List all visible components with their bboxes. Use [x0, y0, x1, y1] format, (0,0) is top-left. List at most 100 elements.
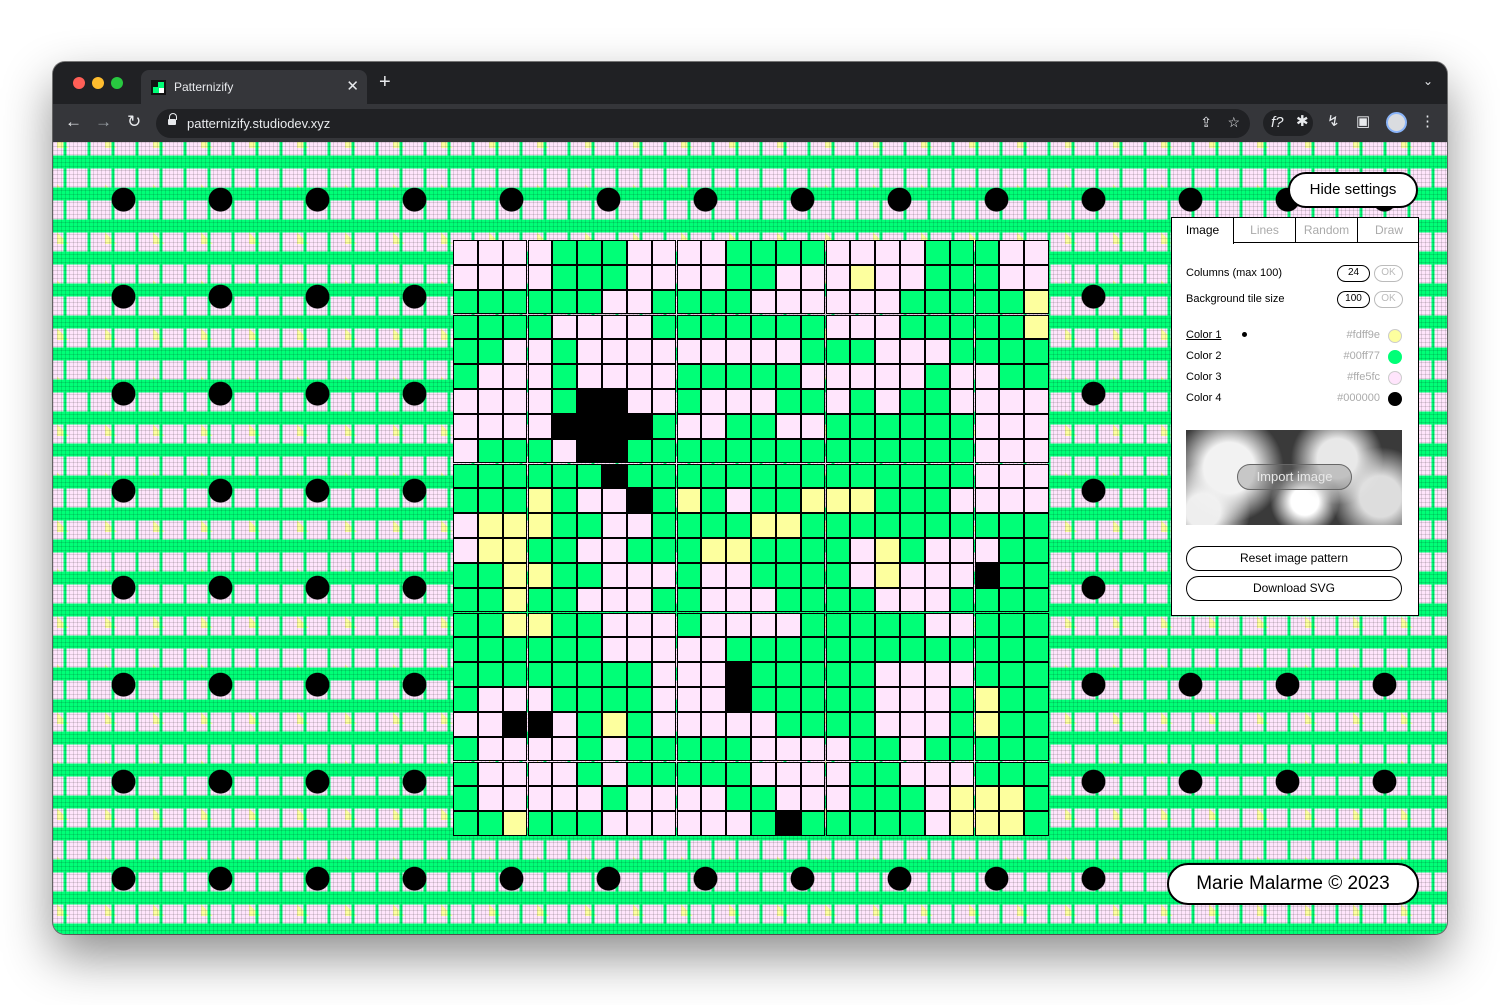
- grid-cell[interactable]: [527, 339, 553, 365]
- grid-cell[interactable]: [949, 786, 975, 812]
- grid-cell[interactable]: [800, 687, 826, 712]
- grid-cell[interactable]: [552, 736, 578, 762]
- grid-cell[interactable]: [552, 687, 578, 712]
- grid-cell[interactable]: [949, 562, 975, 588]
- grid-cell[interactable]: [775, 264, 801, 290]
- grid-cell[interactable]: [924, 786, 950, 812]
- grid-cell[interactable]: [800, 389, 826, 414]
- grid-cell[interactable]: [999, 711, 1025, 737]
- grid-cell[interactable]: [949, 761, 975, 787]
- grid-cell[interactable]: [751, 637, 776, 663]
- grid-cell[interactable]: [1024, 463, 1049, 489]
- grid-cell[interactable]: [626, 314, 652, 340]
- grid-cell[interactable]: [701, 364, 727, 389]
- grid-cell[interactable]: [626, 811, 652, 836]
- grid-cell[interactable]: [577, 662, 602, 687]
- grid-cell[interactable]: [701, 264, 727, 290]
- grid-cell[interactable]: [477, 339, 503, 365]
- grid-cell[interactable]: [800, 711, 826, 737]
- grid-cell[interactable]: [726, 438, 751, 464]
- grid-cell[interactable]: [974, 389, 1000, 414]
- grid-cell[interactable]: [850, 736, 876, 762]
- grid-cell[interactable]: [924, 488, 950, 514]
- grid-cell[interactable]: [924, 438, 950, 464]
- color-row-4[interactable]: Color 4 #000000: [1186, 391, 1402, 407]
- grid-cell[interactable]: [850, 538, 876, 563]
- grid-cell[interactable]: [999, 786, 1025, 812]
- grid-cell[interactable]: [676, 687, 702, 712]
- grid-cell[interactable]: [825, 513, 851, 538]
- grid-cell[interactable]: [726, 339, 751, 365]
- grid-cell[interactable]: [676, 587, 702, 613]
- grid-cell[interactable]: [775, 662, 801, 687]
- grid-cell[interactable]: [552, 438, 578, 464]
- grid-cell[interactable]: [800, 736, 826, 762]
- grid-cell[interactable]: [999, 264, 1025, 290]
- grid-cell[interactable]: [527, 240, 553, 265]
- grid-cell[interactable]: [701, 240, 727, 265]
- grid-cell[interactable]: [527, 389, 553, 414]
- grid-cell[interactable]: [552, 240, 578, 265]
- grid-cell[interactable]: [999, 314, 1025, 340]
- grid-cell[interactable]: [726, 538, 751, 563]
- grid-cell[interactable]: [1024, 687, 1049, 712]
- grid-cell[interactable]: [900, 314, 925, 340]
- grid-cell[interactable]: [602, 463, 627, 489]
- tab-random[interactable]: Random: [1296, 218, 1358, 243]
- grid-cell[interactable]: [477, 562, 503, 588]
- grid-cell[interactable]: [602, 538, 627, 563]
- grid-cell[interactable]: [626, 413, 652, 439]
- grid-cell[interactable]: [850, 389, 876, 414]
- grid-cell[interactable]: [850, 314, 876, 340]
- grid-cell[interactable]: [800, 786, 826, 812]
- grid-cell[interactable]: [751, 364, 776, 389]
- grid-cell[interactable]: [602, 488, 627, 514]
- grid-cell[interactable]: [701, 761, 727, 787]
- grid-cell[interactable]: [751, 463, 776, 489]
- grid-cell[interactable]: [999, 587, 1025, 613]
- grid-cell[interactable]: [453, 513, 478, 538]
- grid-cell[interactable]: [602, 811, 627, 836]
- grid-cell[interactable]: [726, 811, 751, 836]
- grid-cell[interactable]: [850, 289, 876, 315]
- grid-cell[interactable]: [974, 687, 1000, 712]
- grid-cell[interactable]: [453, 389, 478, 414]
- grid-cell[interactable]: [924, 264, 950, 290]
- grid-cell[interactable]: [775, 389, 801, 414]
- grid-cell[interactable]: [701, 538, 727, 563]
- download-svg-button[interactable]: Download SVG: [1186, 576, 1402, 601]
- grid-cell[interactable]: [477, 687, 503, 712]
- grid-cell[interactable]: [502, 562, 528, 588]
- grid-cell[interactable]: [924, 463, 950, 489]
- grid-cell[interactable]: [999, 364, 1025, 389]
- grid-cell[interactable]: [701, 811, 727, 836]
- grid-cell[interactable]: [775, 587, 801, 613]
- grid-cell[interactable]: [577, 488, 602, 514]
- grid-cell[interactable]: [453, 811, 478, 836]
- grid-cell[interactable]: [477, 637, 503, 663]
- grid-cell[interactable]: [999, 562, 1025, 588]
- grid-cell[interactable]: [453, 538, 478, 563]
- grid-cell[interactable]: [1024, 413, 1049, 439]
- forward-icon[interactable]: →: [95, 112, 112, 132]
- grid-cell[interactable]: [626, 736, 652, 762]
- grid-cell[interactable]: [651, 339, 677, 365]
- grid-cell[interactable]: [502, 811, 528, 836]
- grid-cell[interactable]: [626, 264, 652, 290]
- grid-cell[interactable]: [875, 587, 900, 613]
- grid-cell[interactable]: [949, 637, 975, 663]
- grid-cell[interactable]: [875, 488, 900, 514]
- grid-cell[interactable]: [974, 364, 1000, 389]
- grid-cell[interactable]: [825, 240, 851, 265]
- new-tab-icon[interactable]: +: [379, 72, 391, 92]
- grid-cell[interactable]: [974, 513, 1000, 538]
- tab-draw[interactable]: Draw: [1358, 218, 1420, 243]
- grid-cell[interactable]: [527, 513, 553, 538]
- grid-cell[interactable]: [453, 687, 478, 712]
- grid-cell[interactable]: [676, 538, 702, 563]
- grid-cell[interactable]: [626, 711, 652, 737]
- grid-cell[interactable]: [1024, 264, 1049, 290]
- close-tab-icon[interactable]: ✕: [346, 77, 359, 95]
- grid-cell[interactable]: [974, 662, 1000, 687]
- grid-cell[interactable]: [477, 289, 503, 315]
